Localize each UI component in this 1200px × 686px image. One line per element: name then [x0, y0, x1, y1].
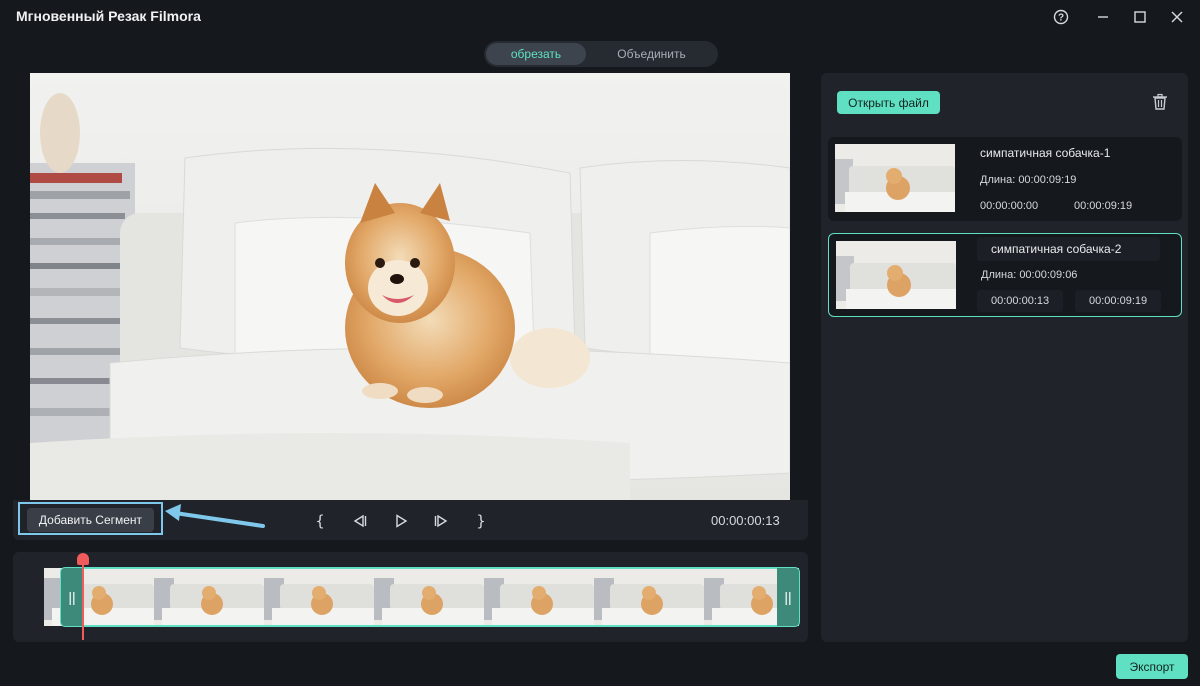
- add-segment-button[interactable]: Добавить Сегмент: [27, 508, 154, 532]
- svg-text:{: {: [315, 513, 325, 529]
- play-icon[interactable]: [390, 510, 412, 532]
- trash-icon[interactable]: [1150, 92, 1170, 112]
- playhead[interactable]: [82, 560, 84, 640]
- clip-name: симпатичная собачка-1: [980, 146, 1111, 160]
- app-title: Мгновенный Резак Filmora: [16, 8, 201, 24]
- svg-text:?: ?: [1058, 13, 1064, 24]
- export-button[interactable]: Экспорт: [1116, 654, 1188, 679]
- video-preview: [30, 73, 790, 500]
- clip-item-2[interactable]: симпатичная собачка-2 Длина: 00:00:09:06…: [828, 233, 1182, 317]
- clip-item-1[interactable]: симпатичная собачка-1 Длина: 00:00:09:19…: [828, 137, 1182, 221]
- clip-thumbnail: [835, 144, 955, 212]
- next-frame-icon[interactable]: [430, 510, 452, 532]
- trim-handle-left[interactable]: ||: [61, 568, 83, 626]
- clip-start-time: 00:00:00:00: [980, 200, 1039, 212]
- arrow-annotation-icon: [165, 504, 265, 528]
- clip-start-time-field[interactable]: 00:00:00:13: [977, 290, 1064, 312]
- dog-on-sofa-image: [30, 73, 790, 500]
- close-icon[interactable]: [1166, 6, 1188, 28]
- bracket-right-icon[interactable]: }: [470, 510, 492, 532]
- help-icon[interactable]: ?: [1050, 6, 1072, 28]
- clip-length: Длина: 00:00:09:19: [980, 174, 1077, 186]
- trim-handle-right[interactable]: ||: [777, 568, 799, 626]
- mode-tabs: обрезать Объединить: [484, 41, 718, 67]
- clip-name-field[interactable]: симпатичная собачка-2: [977, 237, 1160, 261]
- tab-cut[interactable]: обрезать: [486, 43, 586, 65]
- clip-end-time-field[interactable]: 00:00:09:19: [1075, 290, 1162, 312]
- trim-selection[interactable]: [60, 567, 800, 627]
- maximize-icon[interactable]: [1129, 6, 1151, 28]
- playhead-knob[interactable]: [77, 553, 89, 565]
- title-bar: Мгновенный Резак Filmora ?: [0, 0, 1200, 34]
- bracket-left-icon[interactable]: {: [309, 510, 331, 532]
- clip-thumbnail: [836, 241, 956, 309]
- clip-length: Длина: 00:00:09:06: [981, 269, 1078, 281]
- previous-frame-icon[interactable]: [349, 510, 371, 532]
- current-timecode: 00:00:00:13: [711, 513, 780, 528]
- clip-end-time: 00:00:09:19: [1074, 200, 1133, 212]
- open-file-button[interactable]: Открыть файл: [837, 91, 940, 114]
- svg-text:}: }: [476, 513, 486, 529]
- tab-merge[interactable]: Объединить: [594, 43, 709, 65]
- minimize-icon[interactable]: [1092, 6, 1114, 28]
